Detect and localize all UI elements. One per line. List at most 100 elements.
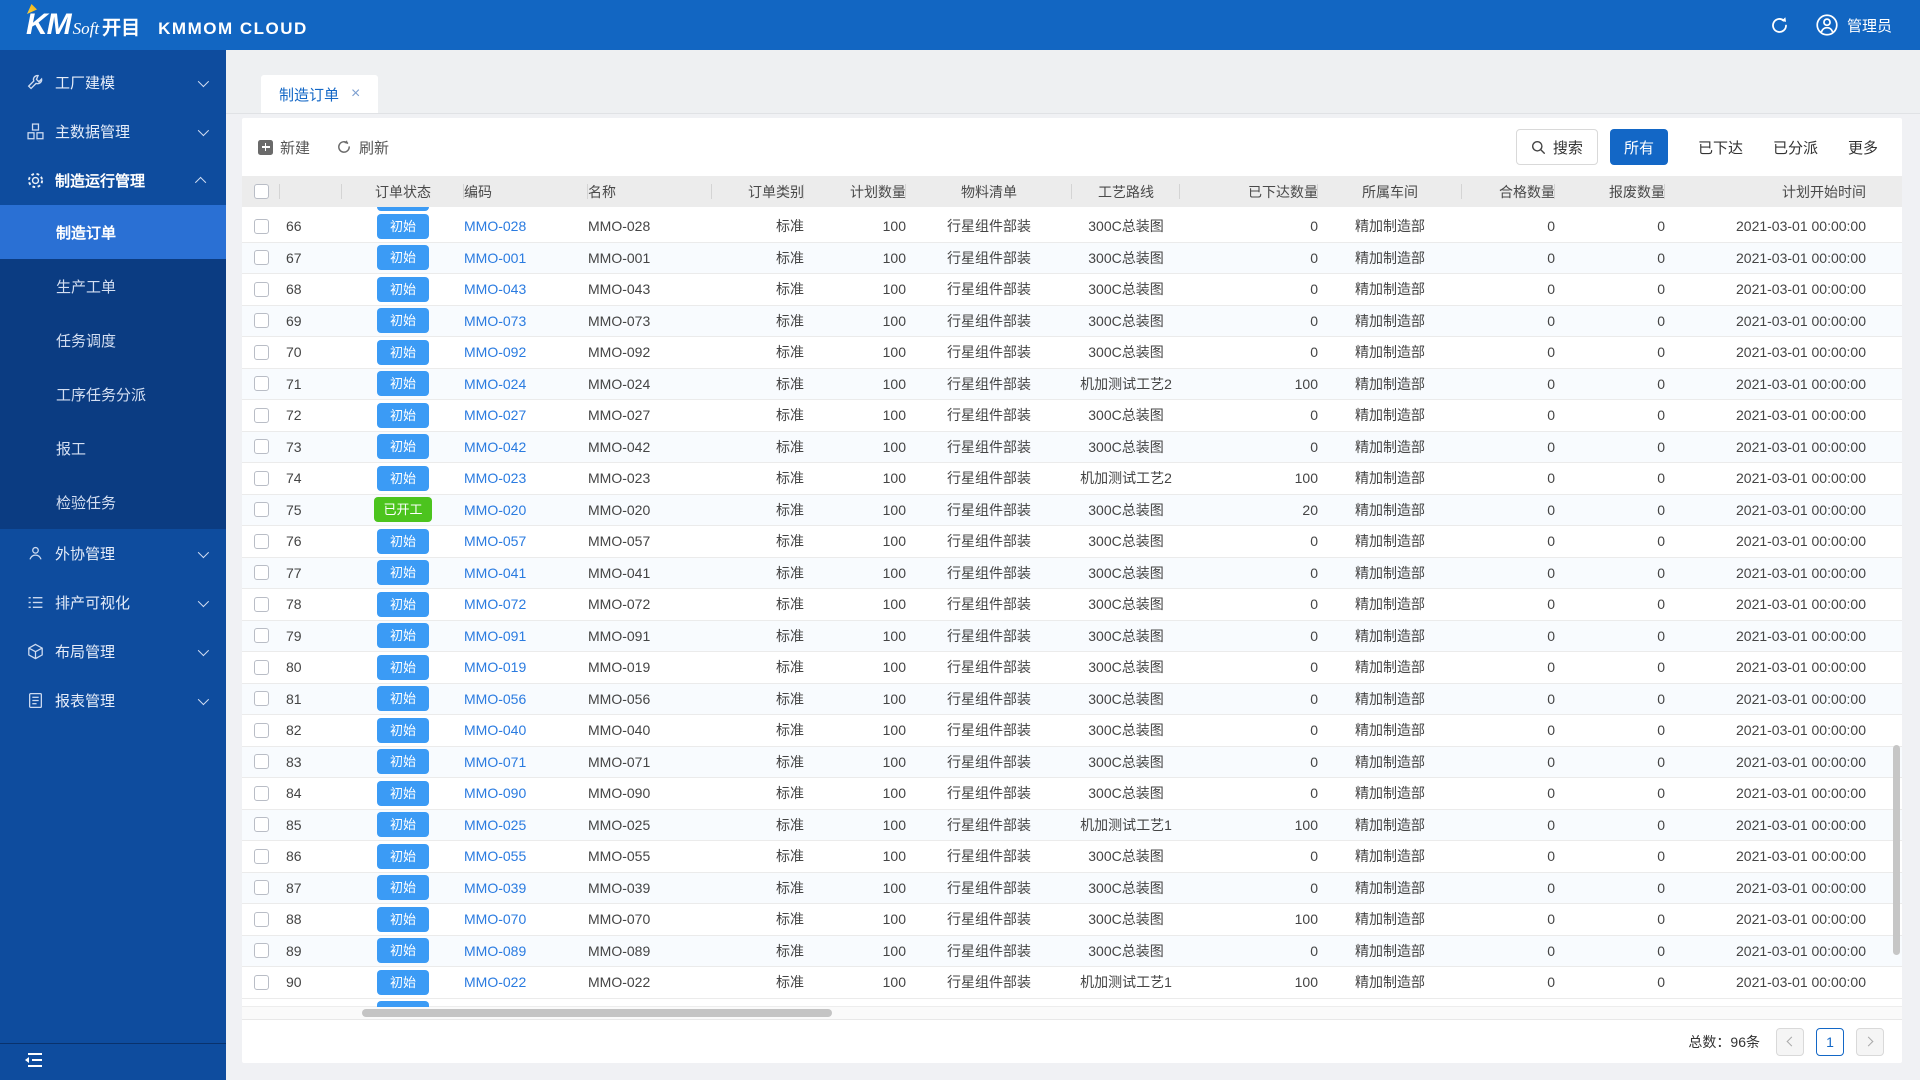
row-checkbox[interactable]: [254, 250, 269, 265]
order-code-link[interactable]: MMO-090: [464, 785, 526, 801]
row-checkbox[interactable]: [254, 912, 269, 927]
filter-released-button[interactable]: 已下达: [1698, 137, 1743, 158]
order-code-link[interactable]: MMO-057: [464, 533, 526, 549]
table-row[interactable]: 71 初始 MMO-024 MMO-024 标准 100 行星组件部装 机加测试…: [242, 369, 1902, 401]
order-code-link[interactable]: MMO-024: [464, 376, 526, 392]
order-code-link[interactable]: MMO-001: [464, 250, 526, 266]
table-row[interactable]: 73 初始 MMO-042 MMO-042 标准 100 行星组件部装 300C…: [242, 432, 1902, 464]
sidebar-item-work-reporting[interactable]: 报工: [0, 421, 226, 475]
sidebar-item-report-management[interactable]: 报表管理: [0, 676, 226, 725]
order-code-link[interactable]: MMO-028: [464, 218, 526, 234]
row-checkbox[interactable]: [254, 345, 269, 360]
sidebar-item-factory-modeling[interactable]: 工厂建模: [0, 58, 226, 107]
table-row[interactable]: 87 初始 MMO-039 MMO-039 标准 100 行星组件部装 300C…: [242, 873, 1902, 905]
order-code-link[interactable]: MMO-022: [464, 974, 526, 990]
col-header-qualified-qty[interactable]: 合格数量: [1462, 176, 1555, 207]
sidebar-item-operation-task-dispatch[interactable]: 工序任务分派: [0, 367, 226, 421]
sidebar-item-inspection-tasks[interactable]: 检验任务: [0, 475, 226, 529]
row-checkbox[interactable]: [254, 376, 269, 391]
table-row[interactable]: 89 初始 MMO-089 MMO-089 标准 100 行星组件部装 300C…: [242, 936, 1902, 968]
order-code-link[interactable]: MMO-055: [464, 848, 526, 864]
row-checkbox[interactable]: [254, 786, 269, 801]
row-checkbox[interactable]: [254, 754, 269, 769]
col-header-bom[interactable]: 物料清单: [906, 176, 1072, 207]
horizontal-scrollbar-thumb[interactable]: [362, 1009, 832, 1017]
sidebar-item-scheduling-visualization[interactable]: 排产可视化: [0, 578, 226, 627]
table-row[interactable]: 76 初始 MMO-057 MMO-057 标准 100 行星组件部装 300C…: [242, 526, 1902, 558]
order-code-link[interactable]: MMO-027: [464, 407, 526, 423]
table-row[interactable]: 67 初始 MMO-001 MMO-001 标准 100 行星组件部装 300C…: [242, 243, 1902, 275]
table-row[interactable]: 78 初始 MMO-072 MMO-072 标准 100 行星组件部装 300C…: [242, 589, 1902, 621]
table-row[interactable]: 80 初始 MMO-019 MMO-019 标准 100 行星组件部装 300C…: [242, 652, 1902, 684]
order-code-link[interactable]: MMO-070: [464, 911, 526, 927]
row-checkbox[interactable]: [254, 219, 269, 234]
table-row[interactable]: 83 初始 MMO-071 MMO-071 标准 100 行星组件部装 300C…: [242, 747, 1902, 779]
sidebar-item-task-scheduling[interactable]: 任务调度: [0, 313, 226, 367]
table-row[interactable]: 88 初始 MMO-070 MMO-070 标准 100 行星组件部装 300C…: [242, 904, 1902, 936]
row-checkbox[interactable]: [254, 597, 269, 612]
row-checkbox[interactable]: [254, 723, 269, 738]
sidebar-item-outsourcing[interactable]: 外协管理: [0, 529, 226, 578]
table-row[interactable]: 74 初始 MMO-023 MMO-023 标准 100 行星组件部装 机加测试…: [242, 463, 1902, 495]
sidebar-item-manufacturing-orders[interactable]: 制造订单: [0, 205, 226, 259]
row-checkbox[interactable]: [254, 439, 269, 454]
col-header-code[interactable]: 编码: [464, 176, 588, 207]
table-row[interactable]: 84 初始 MMO-090 MMO-090 标准 100 行星组件部装 300C…: [242, 778, 1902, 810]
vertical-scrollbar-thumb[interactable]: [1893, 745, 1900, 955]
order-code-link[interactable]: MMO-073: [464, 313, 526, 329]
table-row[interactable]: 79 初始 MMO-091 MMO-091 标准 100 行星组件部装 300C…: [242, 621, 1902, 653]
table-row[interactable]: 77 初始 MMO-041 MMO-041 标准 100 行星组件部装 300C…: [242, 558, 1902, 590]
col-header-order-status[interactable]: 订单状态: [342, 176, 464, 207]
order-code-link[interactable]: MMO-071: [464, 754, 526, 770]
order-code-link[interactable]: MMO-041: [464, 565, 526, 581]
order-code-link[interactable]: MMO-043: [464, 281, 526, 297]
row-checkbox[interactable]: [254, 880, 269, 895]
table-row[interactable]: 82 初始 MMO-040 MMO-040 标准 100 行星组件部装 300C…: [242, 715, 1902, 747]
col-header-workshop[interactable]: 所属车间: [1318, 176, 1462, 207]
order-code-link[interactable]: MMO-025: [464, 817, 526, 833]
table-row[interactable]: 75 已开工 MMO-020 MMO-020 标准 100 行星组件部装 300…: [242, 495, 1902, 527]
search-button[interactable]: 搜索: [1516, 129, 1598, 165]
next-page-button[interactable]: [1856, 1028, 1884, 1056]
table-row[interactable]: 86 初始 MMO-055 MMO-055 标准 100 行星组件部装 300C…: [242, 841, 1902, 873]
order-code-link[interactable]: MMO-089: [464, 943, 526, 959]
row-checkbox[interactable]: [254, 975, 269, 990]
prev-page-button[interactable]: [1776, 1028, 1804, 1056]
table-row[interactable]: 85 初始 MMO-025 MMO-025 标准 100 行星组件部装 机加测试…: [242, 810, 1902, 842]
table-row[interactable]: 69 初始 MMO-073 MMO-073 标准 100 行星组件部装 300C…: [242, 306, 1902, 338]
sidebar-item-manufacturing-ops[interactable]: 制造运行管理: [0, 156, 226, 205]
tab-manufacturing-orders[interactable]: 制造订单 ×: [261, 75, 378, 113]
order-code-link[interactable]: MMO-091: [464, 628, 526, 644]
user-menu[interactable]: 管理员: [1816, 14, 1892, 36]
col-header-name[interactable]: 名称: [588, 176, 712, 207]
table-row[interactable]: 81 初始 MMO-056 MMO-056 标准 100 行星组件部装 300C…: [242, 684, 1902, 716]
col-header-planned-start[interactable]: 计划开始时间: [1665, 176, 1866, 207]
row-checkbox[interactable]: [254, 502, 269, 517]
row-checkbox[interactable]: [254, 408, 269, 423]
col-header-planned-qty[interactable]: 计划数量: [804, 176, 906, 207]
col-header-routing[interactable]: 工艺路线: [1072, 176, 1180, 207]
horizontal-scrollbar[interactable]: [242, 1007, 1902, 1019]
row-checkbox[interactable]: [254, 817, 269, 832]
order-code-link[interactable]: MMO-019: [464, 659, 526, 675]
order-code-link[interactable]: MMO-039: [464, 880, 526, 896]
collapse-sidebar-icon[interactable]: [24, 1051, 44, 1074]
row-checkbox[interactable]: [254, 471, 269, 486]
row-checkbox[interactable]: [254, 534, 269, 549]
app-logo[interactable]: KM Soft 开目 KMMOM CLOUD: [26, 8, 308, 42]
row-checkbox[interactable]: [254, 282, 269, 297]
filter-dispatched-button[interactable]: 已分派: [1773, 137, 1818, 158]
table-row[interactable]: 70 初始 MMO-092 MMO-092 标准 100 行星组件部装 300C…: [242, 337, 1902, 369]
filter-all-button[interactable]: 所有: [1610, 129, 1668, 165]
new-button[interactable]: 新建: [258, 137, 310, 158]
sidebar-item-layout-management[interactable]: 布局管理: [0, 627, 226, 676]
order-code-link[interactable]: MMO-056: [464, 691, 526, 707]
col-header-released-qty[interactable]: 已下达数量: [1180, 176, 1318, 207]
current-page-button[interactable]: 1: [1816, 1028, 1844, 1056]
row-checkbox[interactable]: [254, 628, 269, 643]
refresh-icon[interactable]: [1769, 15, 1790, 36]
row-checkbox[interactable]: [254, 849, 269, 864]
table-row[interactable]: 66 初始 MMO-028 MMO-028 标准 100 行星组件部装 300C…: [242, 211, 1902, 243]
order-code-link[interactable]: MMO-072: [464, 596, 526, 612]
row-checkbox[interactable]: [254, 313, 269, 328]
